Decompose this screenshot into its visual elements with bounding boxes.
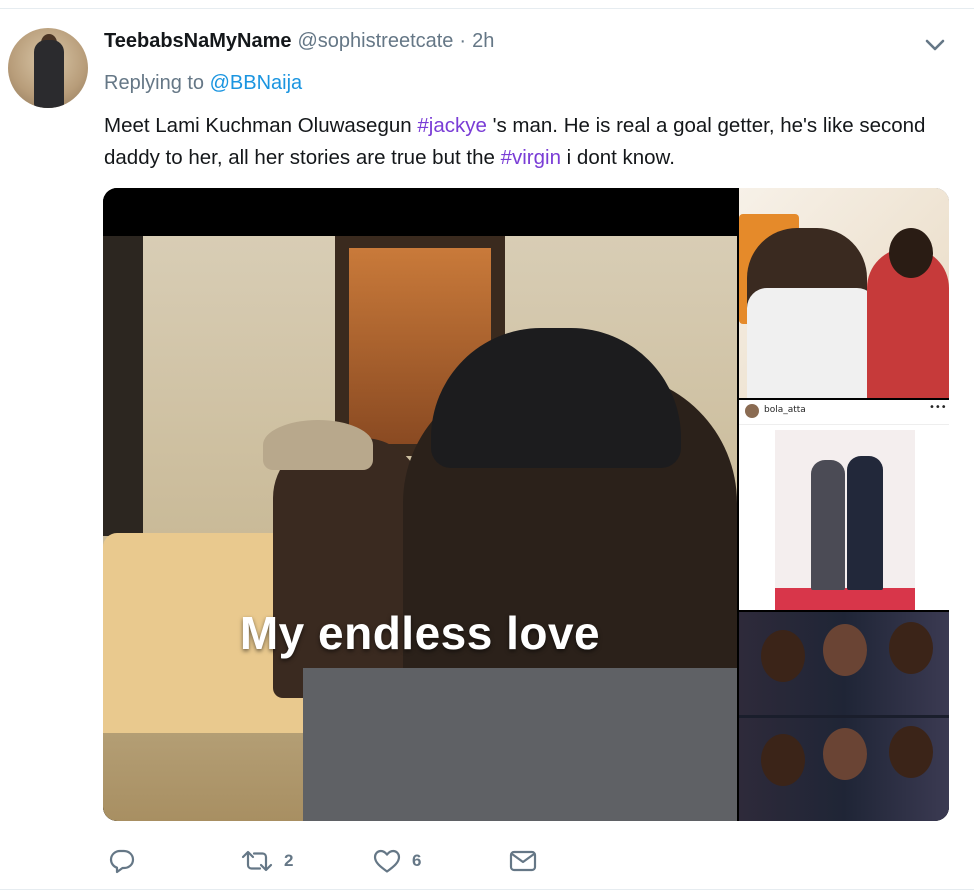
hashtag-link[interactable]: #virgin (501, 146, 561, 169)
reply-icon (108, 847, 136, 875)
avatar-figure-shape (34, 40, 64, 108)
photo-sweater (303, 668, 737, 821)
side-photo-2[interactable]: bola_atta ••• (739, 400, 949, 610)
photo-person (811, 460, 845, 590)
tweet-text-part: Meet Lami Kuchman Oluwasegun (104, 114, 418, 137)
separator-dot: · (459, 30, 467, 52)
photo-caption: My endless love (239, 607, 601, 659)
photo-face (823, 728, 867, 780)
photo-face (761, 630, 805, 682)
photo-door (103, 236, 143, 536)
embedded-username: bola_atta (764, 405, 806, 415)
chevron-down-icon[interactable] (922, 34, 948, 56)
photo-row (739, 718, 949, 821)
reply-button[interactable] (108, 846, 146, 876)
side-photo-1[interactable] (739, 188, 949, 398)
photo-shirt (747, 288, 877, 398)
main-photo[interactable]: My endless love (103, 188, 737, 821)
photo-row (739, 612, 949, 715)
tweet-text-part: i dont know. (560, 146, 675, 169)
bottom-divider (0, 889, 974, 890)
tweet-header: TeebabsNaMyName @sophistreetcate · 2h (104, 30, 494, 56)
photo-face (889, 622, 933, 674)
photo-head (889, 228, 933, 278)
photo-backdrop (775, 430, 915, 610)
media-grid: My endless love bola_atta ••• (103, 188, 949, 821)
user-handle[interactable]: @sophistreetcate (297, 30, 453, 53)
like-count: 6 (412, 851, 422, 870)
hashtag-link[interactable]: #jackye (417, 114, 487, 137)
display-name[interactable]: TeebabsNaMyName (104, 30, 291, 53)
embedded-post-header: bola_atta ••• (739, 400, 949, 425)
retweet-button[interactable]: 2 (240, 846, 293, 876)
photo-face (823, 624, 867, 676)
replying-to: Replying to @BBNaija (104, 72, 302, 95)
tweet-timestamp[interactable]: 2h (472, 30, 494, 53)
top-divider (0, 0, 974, 9)
photo-person (847, 456, 883, 590)
direct-message-icon (508, 847, 538, 875)
retweet-icon (240, 847, 274, 875)
replying-prefix: Replying to (104, 72, 205, 94)
embedded-avatar (745, 404, 759, 418)
like-icon (372, 847, 402, 875)
photo-face (761, 734, 805, 786)
photo-face (889, 726, 933, 778)
avatar[interactable] (8, 28, 88, 108)
photo-red-carpet (775, 588, 915, 610)
photo-hat (263, 420, 373, 470)
tweet-text: Meet Lami Kuchman Oluwasegun #jackye 's … (104, 110, 944, 174)
like-button[interactable]: 6 (372, 846, 421, 876)
more-icon: ••• (929, 402, 947, 413)
retweet-count: 2 (284, 851, 294, 870)
direct-message-button[interactable] (508, 846, 538, 876)
side-photo-3[interactable] (739, 612, 949, 821)
reply-mention-link[interactable]: @BBNaija (210, 72, 303, 94)
